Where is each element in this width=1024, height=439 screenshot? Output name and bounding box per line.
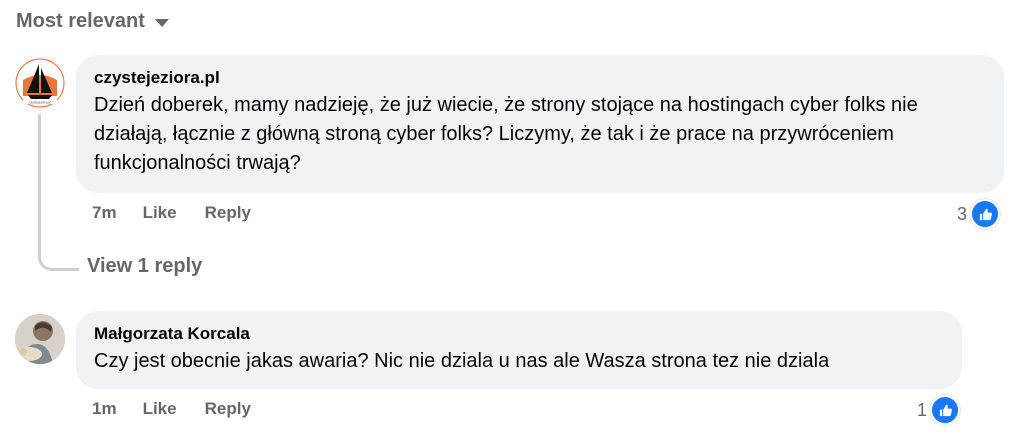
reaction-count: 1: [917, 399, 928, 420]
reply-button[interactable]: Reply: [205, 203, 251, 223]
avatar[interactable]: czystejeziora.pl: [15, 58, 65, 108]
comment-bubble: czystejeziora.pl Dzień doberek, mamy nad…: [76, 55, 1004, 193]
comment-text: Czy jest obecnie jakas awaria? Nic nie d…: [94, 350, 830, 372]
user-photo-icon: [15, 314, 65, 364]
comment-author[interactable]: czystejeziora.pl: [94, 67, 986, 89]
avatar[interactable]: [15, 314, 65, 364]
like-button[interactable]: Like: [143, 203, 177, 223]
like-icon: [970, 199, 1001, 229]
sort-label: Most relevant: [16, 9, 145, 32]
comment-author[interactable]: Małgorzata Korcala: [94, 323, 944, 345]
reactions-summary[interactable]: 1: [917, 395, 961, 425]
sort-dropdown[interactable]: Most relevant: [16, 4, 169, 38]
caret-down-icon: [154, 18, 169, 27]
thread-connector: [38, 114, 79, 271]
comment-actions: 1m Like Reply: [92, 399, 279, 419]
reaction-count: 3: [957, 203, 968, 224]
like-icon: [930, 395, 961, 425]
comment-timestamp[interactable]: 1m: [92, 399, 117, 419]
like-button[interactable]: Like: [143, 399, 177, 419]
comment-bubble: Małgorzata Korcala Czy jest obecnie jaka…: [76, 311, 962, 389]
comment-actions: 7m Like Reply: [92, 203, 279, 223]
sailboat-logo-icon: czystejeziora.pl: [15, 58, 65, 108]
reactions-summary[interactable]: 3: [957, 199, 1001, 229]
view-replies-link[interactable]: View 1 reply: [87, 255, 202, 278]
comment-text: Dzień doberek, mamy nadzieję, że już wie…: [94, 94, 918, 174]
reply-button[interactable]: Reply: [205, 399, 251, 419]
comment-timestamp[interactable]: 7m: [92, 203, 117, 223]
avatar-caption: czystejeziora.pl: [29, 101, 51, 105]
